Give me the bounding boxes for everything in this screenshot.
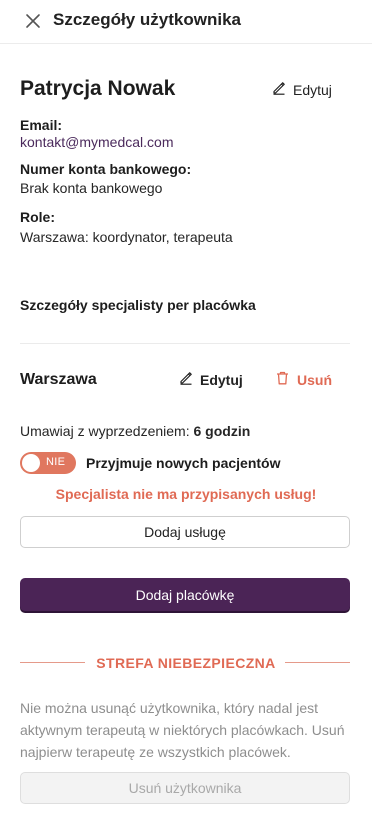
advance-booking-value: 6 godzin xyxy=(193,423,251,439)
pencil-icon xyxy=(272,81,286,98)
roles-value: Warszawa: koordynator, terapeuta xyxy=(20,229,233,245)
add-service-button[interactable]: Dodaj usługę xyxy=(20,516,350,548)
roles-label: Role: xyxy=(20,209,55,225)
new-patients-toggle[interactable]: NIE xyxy=(20,452,76,474)
new-patients-label: Przyjmuje nowych pacjentów xyxy=(86,455,281,471)
edit-user-button[interactable]: Edytuj xyxy=(272,81,332,98)
delete-user-button[interactable]: Usuń użytkownika xyxy=(20,772,350,804)
trash-icon xyxy=(276,371,289,388)
close-icon[interactable] xyxy=(24,12,42,30)
drawer-title: Szczegóły użytkownika xyxy=(53,10,241,29)
delete-facility-button[interactable]: Usuń xyxy=(276,371,332,388)
user-name: Patrycja Nowak xyxy=(20,77,176,100)
danger-zone-divider-right xyxy=(285,662,350,663)
email-link[interactable]: kontakt@mymedcal.com xyxy=(20,134,173,150)
edit-facility-button[interactable]: Edytuj xyxy=(179,371,243,388)
bank-account-value: Brak konta bankowego xyxy=(20,180,163,196)
facility-name: Warszawa xyxy=(20,371,97,388)
section-divider xyxy=(20,343,350,344)
edit-user-label: Edytuj xyxy=(293,81,332,98)
edit-facility-label: Edytuj xyxy=(200,371,243,388)
danger-zone-title: STREFA NIEBEZPIECZNA xyxy=(96,655,276,671)
danger-zone-note: Nie można usunąć użytkownika, który nada… xyxy=(20,700,345,760)
email-label: Email: xyxy=(20,117,63,133)
toggle-state-text: NIE xyxy=(46,456,66,468)
advance-booking-text: Umawiaj z wyprzedzeniem: 6 godzin xyxy=(20,423,250,439)
bank-account-label: Numer konta bankowego: xyxy=(20,161,192,177)
add-facility-button[interactable]: Dodaj placówkę xyxy=(20,578,350,611)
drawer-header: Szczegóły użytkownika xyxy=(0,0,372,44)
specialist-section-title: Szczegóły specjalisty per placówka xyxy=(20,297,256,313)
advance-booking-label: Umawiaj z wyprzedzeniem: xyxy=(20,423,190,439)
delete-facility-label: Usuń xyxy=(297,371,332,388)
no-services-warning: Specjalista nie ma przypisanych usług! xyxy=(55,486,317,502)
pencil-icon xyxy=(179,371,193,388)
toggle-knob xyxy=(22,454,40,472)
